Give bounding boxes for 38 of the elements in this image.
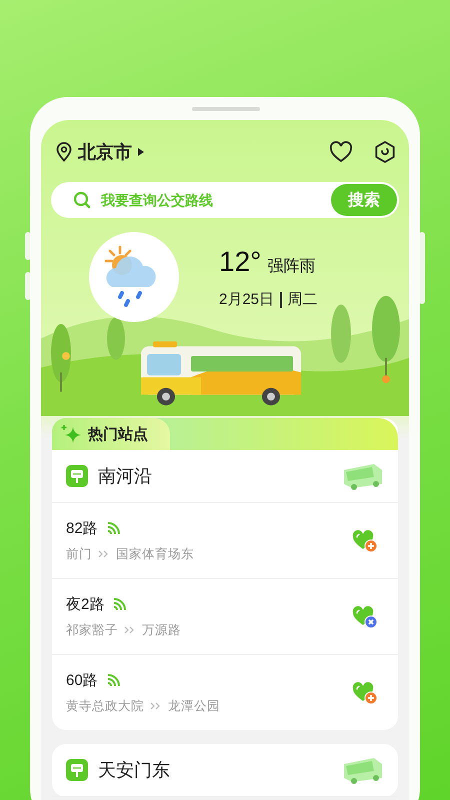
chevrons-icon <box>150 701 162 711</box>
end-stop: 国家体育场东 <box>116 546 194 562</box>
temperature: 12° <box>219 246 262 278</box>
realtime-signal-icon <box>106 521 122 535</box>
favorite-remove-icon[interactable] <box>352 604 378 628</box>
caret-icon <box>137 147 145 157</box>
city-selector[interactable]: 北京市 <box>55 140 145 164</box>
weekday: 周二 <box>288 290 318 309</box>
bus-line-row[interactable]: 60路 黄寺总政大院 龙潭公园 <box>52 655 398 730</box>
bus-stop-icon <box>66 465 88 487</box>
route-name: 82路 <box>66 518 98 538</box>
route-name: 夜2路 <box>66 594 104 614</box>
heart-icon[interactable] <box>329 141 353 163</box>
favorite-add-icon[interactable] <box>352 680 378 704</box>
chevrons-icon <box>98 549 110 559</box>
station-header[interactable]: 南河沿 <box>52 450 398 503</box>
station-header[interactable]: 天安门东 <box>52 744 398 797</box>
section-tab[interactable]: 热门站点 <box>52 418 170 450</box>
route-name: 60路 <box>66 670 98 690</box>
realtime-signal-icon <box>112 597 128 611</box>
end-stop: 万源路 <box>142 622 181 638</box>
bus-stop-icon <box>66 759 88 781</box>
phone-speaker <box>192 107 260 111</box>
end-stop: 龙潭公园 <box>168 698 220 714</box>
start-stop: 前门 <box>66 546 92 562</box>
bus-line-row[interactable]: 夜2路 祁家豁子 万源路 <box>52 579 398 655</box>
search-icon <box>73 191 91 209</box>
chevrons-icon <box>124 625 136 635</box>
start-stop: 黄寺总政大院 <box>66 698 144 714</box>
favorite-add-icon[interactable] <box>352 528 378 552</box>
sparkle-icon <box>60 423 82 445</box>
date: 2月25日 <box>219 290 274 309</box>
location-pin-icon <box>55 142 73 162</box>
realtime-signal-icon <box>106 673 122 687</box>
weather-condition: 强阵雨 <box>267 257 316 277</box>
bus-line-row[interactable]: 82路 前门 国家体育场东 <box>52 503 398 579</box>
settings-icon[interactable] <box>373 140 397 164</box>
start-stop: 祁家豁子 <box>66 622 118 638</box>
